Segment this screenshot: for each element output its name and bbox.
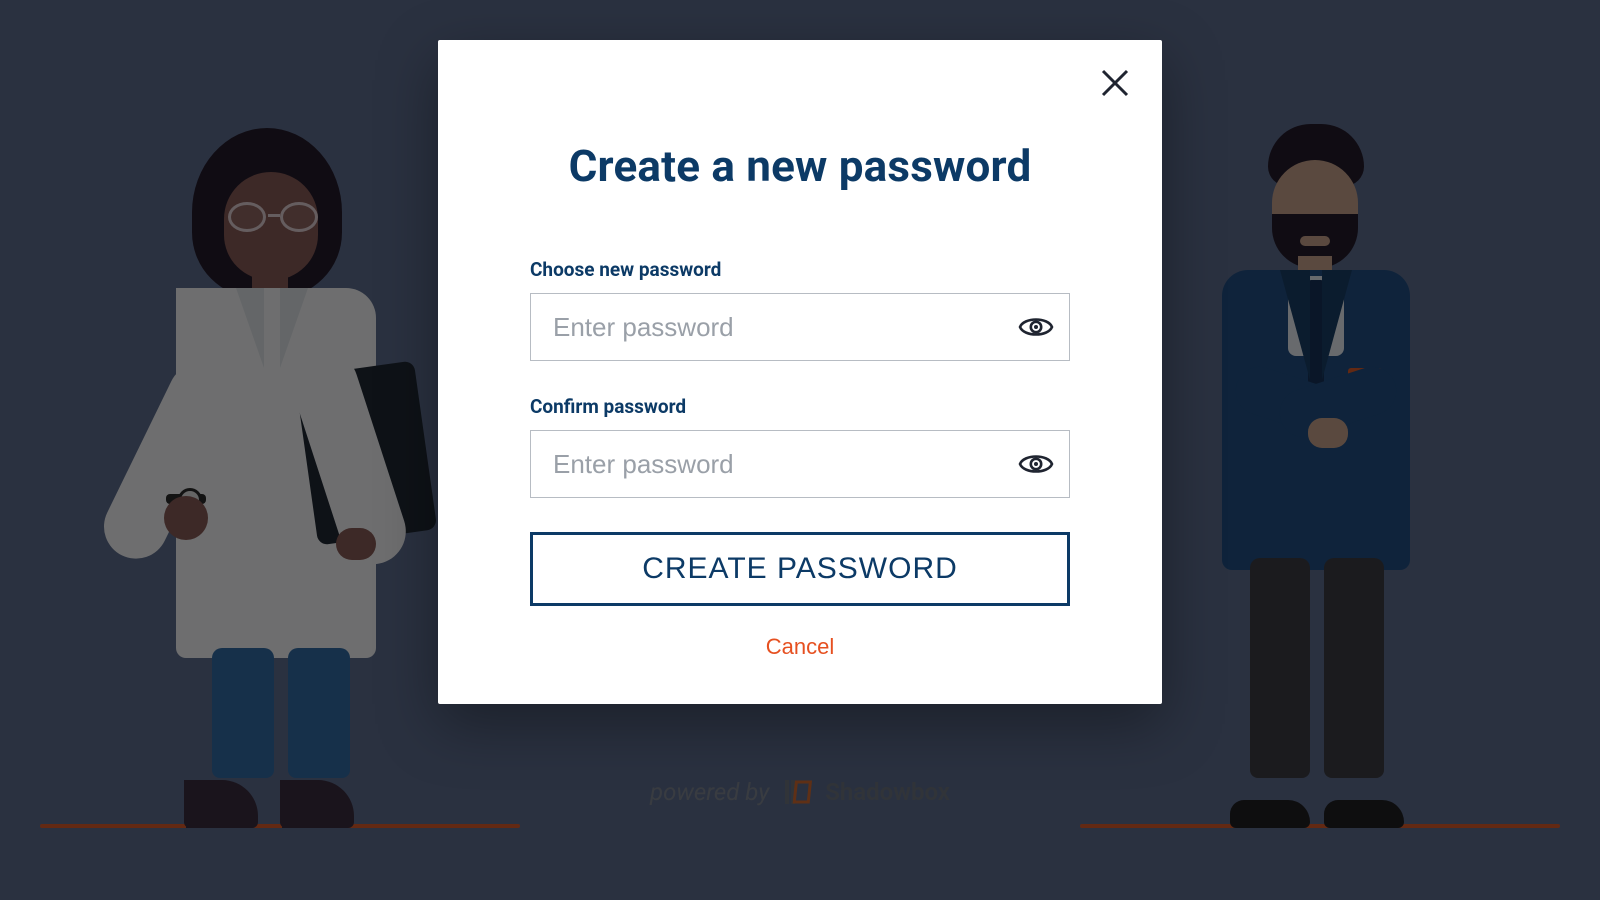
new-password-input[interactable] — [530, 293, 1070, 361]
field-confirm-password: Confirm password — [530, 395, 1070, 498]
footer: powered by Shadowbox — [0, 776, 1600, 808]
field-new-password: Choose new password — [530, 258, 1070, 361]
powered-by-text: powered by — [650, 778, 769, 806]
close-icon — [1098, 88, 1132, 103]
close-button[interactable] — [1098, 66, 1132, 100]
brand-name: Shadowbox — [825, 778, 950, 806]
label-confirm-password: Confirm password — [530, 395, 1070, 418]
cancel-button[interactable]: Cancel — [766, 634, 834, 660]
confirm-password-input[interactable] — [530, 430, 1070, 498]
illustration-businessman — [1160, 118, 1460, 828]
label-new-password: Choose new password — [530, 258, 1070, 281]
create-password-button[interactable]: CREATE PASSWORD — [530, 532, 1070, 606]
toggle-visibility-new[interactable] — [1018, 309, 1054, 345]
toggle-visibility-confirm[interactable] — [1018, 446, 1054, 482]
eye-icon — [1018, 333, 1054, 348]
create-password-modal: Create a new password Choose new passwor… — [438, 40, 1162, 704]
shadowbox-logo-icon — [781, 776, 813, 808]
eye-icon — [1018, 470, 1054, 485]
illustration-doctor — [140, 128, 440, 828]
password-form: Choose new password Confirm password — [530, 258, 1070, 660]
modal-title: Create a new password — [486, 140, 1114, 192]
